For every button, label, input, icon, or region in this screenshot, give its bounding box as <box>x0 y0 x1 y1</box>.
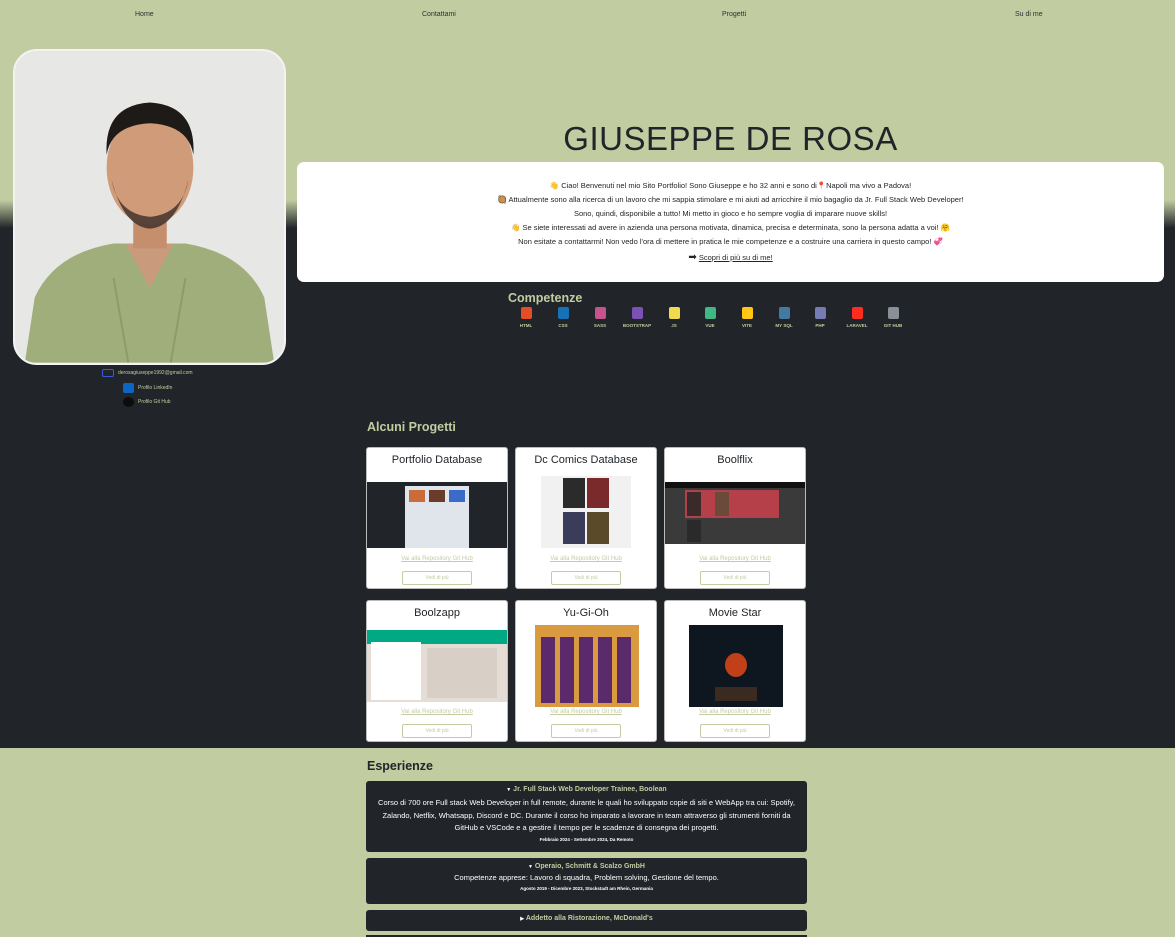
linkedin-contact[interactable]: Profilo LinkedIn <box>123 383 172 393</box>
about-link-row: ➡ Scopri di più su di me! <box>297 251 1164 265</box>
skill-item: LARAVEL <box>839 307 875 328</box>
experience-heading: ▼ Operaio, Schmitt & Scalzo GmbH <box>528 863 645 870</box>
repository-link[interactable]: Vai alla Repository Git Hub <box>367 709 507 715</box>
vite-icon <box>741 307 753 319</box>
project-card: Portfolio Database Vai alla Repository G… <box>366 447 508 589</box>
skills-title: Competenze <box>508 291 583 305</box>
mail-icon <box>102 369 114 377</box>
profile-photo <box>13 49 286 365</box>
experience-date: Febbraio 2024 - Settembre 2024, Da Remot… <box>539 836 634 842</box>
arrow-right-icon: ➡ <box>688 252 697 263</box>
nav-contattami[interactable]: Contattami <box>422 11 456 18</box>
intro-line: 👋 Se siete interessati ad avere in azien… <box>511 223 950 232</box>
skill-item: JS <box>656 307 692 328</box>
caret-down-icon: ▼ <box>506 787 512 793</box>
see-more-button[interactable]: Vedi di più <box>700 571 770 585</box>
see-more-button[interactable]: Vedi di più <box>402 724 472 738</box>
project-card: Yu-Gi-Oh Vai alla Repository Git Hub Ved… <box>515 600 657 742</box>
project-title: Yu-Gi-Oh <box>563 607 609 619</box>
project-screenshot <box>367 482 507 548</box>
project-card: Movie Star Vai alla Repository Git Hub V… <box>664 600 806 742</box>
skill-item: MY SQL <box>766 307 802 328</box>
intro-line: Sono, quindi, disponibile a tutto! Mi me… <box>573 209 888 218</box>
email-text: derosagiuseppe1992@gmail.com <box>118 370 193 376</box>
project-title: Boolzapp <box>414 607 460 619</box>
nav-progetti[interactable]: Progetti <box>722 11 746 18</box>
projects-title: Alcuni Progetti <box>367 420 456 434</box>
see-more-button[interactable]: Vedi di più <box>551 724 621 738</box>
repository-link[interactable]: Vai alla Repository Git Hub <box>665 709 805 715</box>
linkedin-text: Profilo LinkedIn <box>138 385 173 391</box>
project-screenshot <box>541 476 631 548</box>
skill-item: HTML <box>508 307 544 328</box>
repository-link[interactable]: Vai alla Repository Git Hub <box>665 556 805 562</box>
experience-description: Corso di 700 ore Full stack Web Develope… <box>378 798 795 832</box>
bootstrap-icon <box>631 307 643 319</box>
project-title: Boolflix <box>717 454 753 466</box>
github-icon <box>123 397 134 407</box>
experience-title: Esperienze <box>367 759 434 773</box>
caret-down-icon: ▼ <box>528 864 533 870</box>
laravel-icon <box>851 307 863 319</box>
project-title: Portfolio Database <box>391 454 483 466</box>
email-contact[interactable]: derosagiuseppe1992@gmail.com <box>102 369 193 377</box>
project-screenshot <box>367 630 507 702</box>
experience-heading: ▼ Jr. Full Stack Web Developer Trainee, … <box>506 786 667 793</box>
repository-link[interactable]: Vai alla Repository Git Hub <box>516 709 656 715</box>
intro-line: 👋 Ciao! Benvenuti nel mio Sito Portfolio… <box>549 181 912 190</box>
skill-item: GIT HUB <box>875 307 911 328</box>
see-more-button[interactable]: Vedi di più <box>700 724 770 738</box>
project-screenshot <box>665 482 805 544</box>
project-card: Boolzapp Vai alla Repository Git Hub Ved… <box>366 600 508 742</box>
repository-link[interactable]: Vai alla Repository Git Hub <box>367 556 507 562</box>
skill-item: PHP <box>802 307 838 328</box>
vue-icon <box>704 307 716 319</box>
see-more-button[interactable]: Vedi di più <box>551 571 621 585</box>
about-link[interactable]: Scopri di più su di me! <box>699 253 773 262</box>
page-title: GIUSEPPE DE ROSA <box>563 120 898 157</box>
github-contact[interactable]: Profilo Git Hub <box>123 397 171 407</box>
skill-item: SASS <box>582 307 618 328</box>
skill-item: CSS <box>545 307 581 328</box>
project-screenshot <box>689 625 783 707</box>
project-card: Boolflix Vai alla Repository Git Hub Ved… <box>664 447 806 589</box>
mysql-icon <box>778 307 790 319</box>
html-icon <box>520 307 532 319</box>
github-icon <box>887 307 899 319</box>
project-title: Dc Comics Database <box>534 454 638 466</box>
css-icon <box>557 307 569 319</box>
skill-item: BOOTSTRAP <box>619 307 655 328</box>
intro-line: Non esitate a contattarmi! Non vedo l'or… <box>518 237 943 246</box>
skill-item: VUE <box>692 307 728 328</box>
caret-right-icon: ▶ <box>520 916 525 922</box>
nav-su-di-me[interactable]: Su di me <box>1015 11 1043 18</box>
nav-home[interactable]: Home <box>135 11 154 18</box>
experience-item[interactable]: ▼ Jr. Full Stack Web Developer Trainee, … <box>366 781 807 852</box>
repository-link[interactable]: Vai alla Repository Git Hub <box>516 556 656 562</box>
experience-description: Competenze apprese: Lavoro di squadra, P… <box>454 873 719 882</box>
linkedin-icon <box>123 383 134 393</box>
project-screenshot <box>535 625 639 707</box>
intro-card: 👋 Ciao! Benvenuti nel mio Sito Portfolio… <box>297 162 1164 282</box>
github-text: Profilo Git Hub <box>138 399 171 405</box>
sass-icon <box>594 307 606 319</box>
experience-heading: ▶ Addetto alla Ristorazione, McDonald's <box>520 915 653 922</box>
experience-item[interactable]: ▶ Addetto alla Ristorazione, McDonald's <box>366 910 807 931</box>
top-navigation: Home Contattami Progetti Su di me <box>0 11 1175 21</box>
intro-line: 🥘 Attualmente sono alla ricerca di un la… <box>497 195 964 204</box>
project-card: Dc Comics Database Vai alla Repository G… <box>515 447 657 589</box>
experience-item[interactable]: ▼ Operaio, Schmitt & Scalzo GmbH Compete… <box>366 858 807 904</box>
skill-item: VITE <box>729 307 765 328</box>
experience-date: Agosto 2019 - Dicembre 2023, Stockstadt … <box>520 885 653 891</box>
js-icon <box>668 307 680 319</box>
project-title: Movie Star <box>708 607 762 619</box>
php-icon <box>814 307 826 319</box>
see-more-button[interactable]: Vedi di più <box>402 571 472 585</box>
